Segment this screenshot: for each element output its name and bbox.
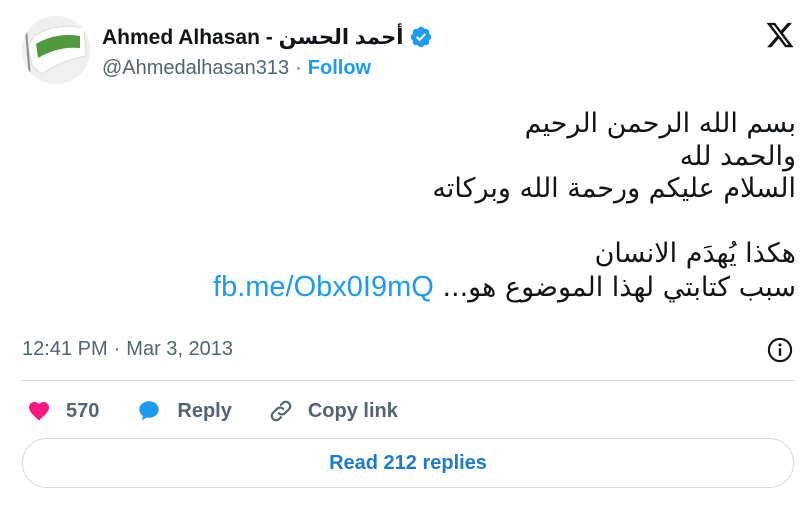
tweet-actions: 570 Reply Copy link	[26, 394, 434, 428]
author-display-name[interactable]: Ahmed Alhasan - أحمد الحسن	[102, 25, 403, 50]
copy-link-button[interactable]: Copy link	[268, 398, 398, 424]
tweet-line-with-link: سبب كتابتي لهذا الموضوع هو... fb.me/Obx0…	[30, 271, 796, 305]
avatar[interactable]	[22, 16, 90, 84]
x-logo-icon[interactable]	[764, 20, 796, 50]
tweet-last-line-text: سبب كتابتي لهذا الموضوع هو...	[442, 271, 796, 303]
info-icon[interactable]	[766, 336, 794, 364]
tweet-line: السلام عليكم ورحمة الله وبركاته	[432, 173, 796, 204]
reply-button[interactable]: Reply	[135, 398, 232, 424]
like-count: 570	[66, 399, 100, 422]
divider	[22, 380, 794, 381]
author-name-row[interactable]: Ahmed Alhasan - أحمد الحسن	[102, 24, 433, 50]
flag-avatar-image	[22, 16, 90, 84]
reply-label: Reply	[177, 399, 232, 422]
read-replies-label: Read 212 replies	[329, 451, 487, 474]
reply-bubble-icon	[139, 401, 160, 421]
copy-link-label: Copy link	[307, 399, 398, 422]
tweet-date: Mar 3, 2013	[126, 338, 234, 360]
follow-button[interactable]: Follow	[308, 57, 371, 80]
tweet-line: بسم الله الرحمن الرحيم	[524, 108, 796, 139]
tweet-line: هكذا يُهدَم الانسان	[594, 238, 796, 269]
heart-icon	[29, 402, 49, 421]
tweet-timestamp[interactable]: 12:41 PM · Mar 3, 2013	[22, 338, 233, 361]
verified-badge-icon	[411, 26, 432, 48]
tweet-line: والحمد لله	[679, 140, 796, 172]
author-handle[interactable]: @Ahmedalhasan313	[102, 57, 289, 80]
link-icon	[270, 400, 292, 422]
timestamp-separator: ·	[113, 338, 121, 360]
read-replies-button[interactable]: Read 212 replies	[22, 438, 794, 488]
tweet-time: 12:41 PM	[22, 338, 108, 360]
tweet-text: بسم الله الرحمن الرحيم والحمد لله السلام…	[30, 108, 796, 304]
tweet-link[interactable]: fb.me/Obx0I9mQ	[213, 271, 434, 303]
author-handle-row: @Ahmedalhasan313 · Follow	[102, 57, 371, 80]
separator-dot: ·	[295, 57, 302, 79]
like-button[interactable]: 570	[26, 399, 99, 423]
